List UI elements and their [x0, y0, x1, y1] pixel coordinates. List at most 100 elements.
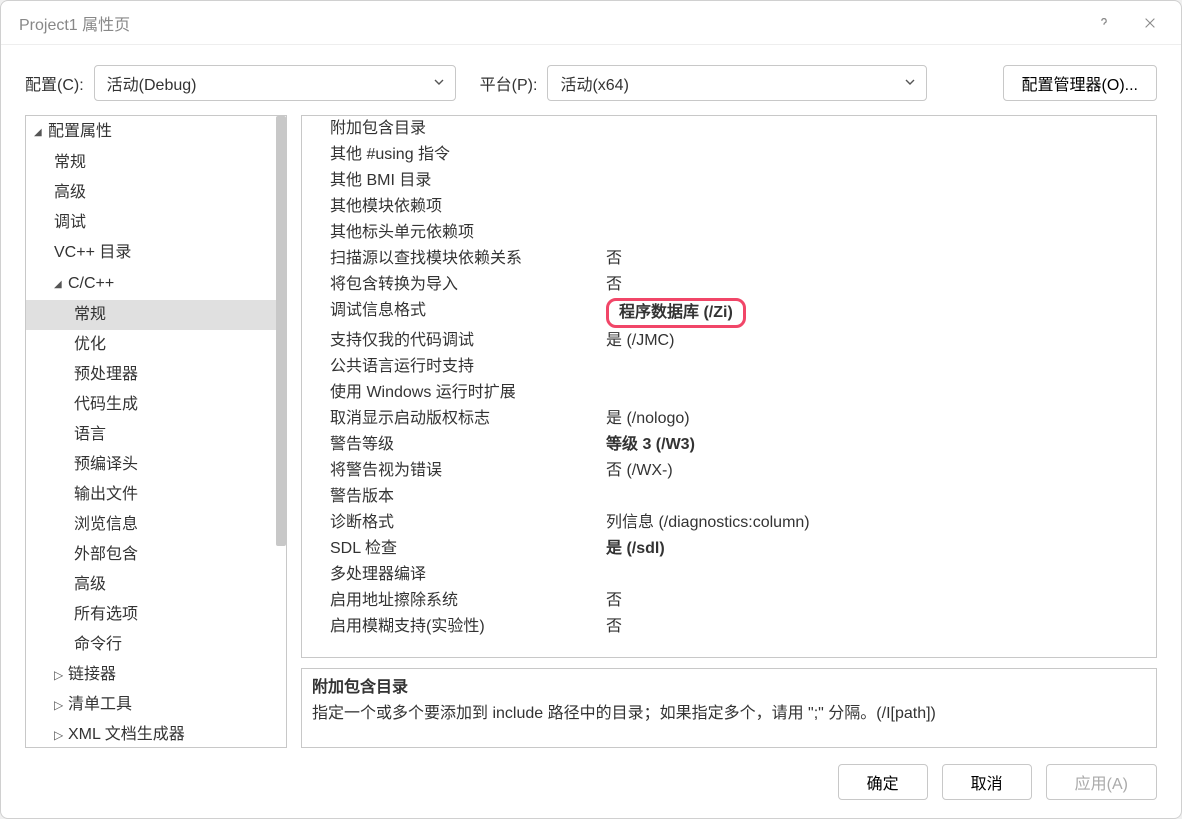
tree-cpp-item-10[interactable]: 所有选项 — [26, 600, 286, 630]
tree-item-label: 所有选项 — [74, 602, 138, 628]
tree-cpp-item-0[interactable]: 常规 — [26, 300, 286, 330]
property-label: 将警告视为错误 — [302, 458, 602, 484]
property-row[interactable]: 诊断格式列信息 (/diagnostics:column) — [302, 510, 1156, 536]
tree-item-label: 优化 — [74, 332, 106, 358]
property-row[interactable]: 扫描源以查找模块依赖关系否 — [302, 246, 1156, 272]
property-value[interactable]: 否 — [602, 246, 1156, 272]
configuration-manager-button[interactable]: 配置管理器(O)... — [1003, 65, 1157, 101]
tree-item-0[interactable]: 常规 — [26, 148, 286, 178]
property-value[interactable]: 是 (/sdl) — [602, 536, 1156, 562]
property-label: 扫描源以查找模块依赖关系 — [302, 246, 602, 272]
tree-cpp-item-7[interactable]: 浏览信息 — [26, 510, 286, 540]
configuration-dropdown[interactable]: 活动(Debug) — [94, 65, 456, 101]
property-label: 其他模块依赖项 — [302, 194, 602, 220]
property-row[interactable]: 将包含转换为导入否 — [302, 272, 1156, 298]
property-label: 使用 Windows 运行时扩展 — [302, 380, 602, 406]
tree-item-1[interactable]: 高级 — [26, 178, 286, 208]
tree-item-label: 链接器 — [68, 662, 116, 688]
property-row[interactable]: 附加包含目录 — [302, 116, 1156, 142]
property-row[interactable]: 其他 BMI 目录 — [302, 168, 1156, 194]
property-value[interactable]: 等级 3 (/W3) — [602, 432, 1156, 458]
tree-root-config-props[interactable]: 配置属性 — [26, 116, 286, 148]
tree-item-cpp[interactable]: C/C++ — [26, 268, 286, 300]
tree-cpp-item-6[interactable]: 输出文件 — [26, 480, 286, 510]
property-value[interactable]: 程序数据库 (/Zi) — [602, 298, 1156, 328]
tree-item-label: 代码生成 — [74, 392, 138, 418]
property-row[interactable]: 使用 Windows 运行时扩展 — [302, 380, 1156, 406]
highlighted-value: 程序数据库 (/Zi) — [606, 298, 746, 328]
tree-cpp-item-3[interactable]: 代码生成 — [26, 390, 286, 420]
property-value[interactable] — [602, 354, 1156, 380]
property-value[interactable]: 否 — [602, 272, 1156, 298]
property-row[interactable]: SDL 检查是 (/sdl) — [302, 536, 1156, 562]
apply-button[interactable]: 应用(A) — [1046, 764, 1157, 800]
tree-cpp-item-5[interactable]: 预编译头 — [26, 450, 286, 480]
property-value[interactable]: 是 (/nologo) — [602, 406, 1156, 432]
property-value[interactable] — [602, 194, 1156, 220]
platform-value: 活动(x64) — [560, 71, 904, 95]
property-row[interactable]: 取消显示启动版权标志是 (/nologo) — [302, 406, 1156, 432]
property-value[interactable] — [602, 484, 1156, 510]
property-row[interactable]: 将警告视为错误否 (/WX-) — [302, 458, 1156, 484]
platform-dropdown[interactable]: 活动(x64) — [547, 65, 927, 101]
description-title: 附加包含目录 — [312, 675, 1146, 701]
property-label: SDL 检查 — [302, 536, 602, 562]
property-row[interactable]: 启用地址擦除系统否 — [302, 588, 1156, 614]
property-value[interactable]: 否 — [602, 614, 1156, 640]
property-row[interactable]: 其他标头单元依赖项 — [302, 220, 1156, 246]
tree-item-label: 预处理器 — [74, 362, 138, 388]
main-area: 配置属性常规高级调试VC++ 目录C/C++常规优化预处理器代码生成语言预编译头… — [1, 115, 1181, 754]
tree-cpp-item-4[interactable]: 语言 — [26, 420, 286, 450]
right-panel: 附加包含目录其他 #using 指令其他 BMI 目录其他模块依赖项其他标头单元… — [301, 115, 1157, 748]
cancel-button[interactable]: 取消 — [942, 764, 1032, 800]
tree-item2-2[interactable]: XML 文档生成器 — [26, 720, 286, 748]
property-label: 其他 #using 指令 — [302, 142, 602, 168]
tree-item-2[interactable]: 调试 — [26, 208, 286, 238]
tree-cpp-item-1[interactable]: 优化 — [26, 330, 286, 360]
property-row[interactable]: 支持仅我的代码调试是 (/JMC) — [302, 328, 1156, 354]
tree-item-3[interactable]: VC++ 目录 — [26, 238, 286, 268]
property-value[interactable] — [602, 142, 1156, 168]
property-label: 其他标头单元依赖项 — [302, 220, 602, 246]
tree-item-label: 浏览信息 — [74, 512, 138, 538]
tree-scrollbar[interactable] — [276, 116, 286, 546]
property-row[interactable]: 其他 #using 指令 — [302, 142, 1156, 168]
help-button[interactable] — [1081, 3, 1127, 43]
property-row[interactable]: 启用模糊支持(实验性)否 — [302, 614, 1156, 640]
property-value[interactable]: 是 (/JMC) — [602, 328, 1156, 354]
property-value[interactable] — [602, 168, 1156, 194]
property-value[interactable]: 列信息 (/diagnostics:column) — [602, 510, 1156, 536]
property-grid: 附加包含目录其他 #using 指令其他 BMI 目录其他模块依赖项其他标头单元… — [301, 115, 1157, 658]
close-button[interactable] — [1127, 3, 1173, 43]
property-label: 启用地址擦除系统 — [302, 588, 602, 614]
property-row[interactable]: 警告版本 — [302, 484, 1156, 510]
property-row[interactable]: 其他模块依赖项 — [302, 194, 1156, 220]
tree-cpp-item-11[interactable]: 命令行 — [26, 630, 286, 660]
property-label: 诊断格式 — [302, 510, 602, 536]
property-label: 取消显示启动版权标志 — [302, 406, 602, 432]
property-row[interactable]: 警告等级等级 3 (/W3) — [302, 432, 1156, 458]
tree-cpp-item-9[interactable]: 高级 — [26, 570, 286, 600]
property-row[interactable]: 调试信息格式程序数据库 (/Zi) — [302, 298, 1156, 328]
tree-cpp-item-2[interactable]: 预处理器 — [26, 360, 286, 390]
tree-item-label: 调试 — [54, 210, 86, 236]
chevron-down-icon — [904, 75, 916, 92]
tree-cpp-item-8[interactable]: 外部包含 — [26, 540, 286, 570]
property-value[interactable] — [602, 220, 1156, 246]
property-value[interactable] — [602, 116, 1156, 142]
tree-item2-1[interactable]: 清单工具 — [26, 690, 286, 720]
tree-item2-0[interactable]: 链接器 — [26, 660, 286, 690]
tree-item-label: 外部包含 — [74, 542, 138, 568]
property-label: 警告版本 — [302, 484, 602, 510]
property-value[interactable]: 否 (/WX-) — [602, 458, 1156, 484]
property-label: 启用模糊支持(实验性) — [302, 614, 602, 640]
property-row[interactable]: 多处理器编译 — [302, 562, 1156, 588]
tree-panel: 配置属性常规高级调试VC++ 目录C/C++常规优化预处理器代码生成语言预编译头… — [25, 115, 287, 748]
property-value[interactable] — [602, 562, 1156, 588]
property-row[interactable]: 公共语言运行时支持 — [302, 354, 1156, 380]
ok-button[interactable]: 确定 — [838, 764, 928, 800]
configuration-label: 配置(C): — [25, 71, 84, 95]
property-value[interactable] — [602, 380, 1156, 406]
property-label: 附加包含目录 — [302, 116, 602, 142]
property-value[interactable]: 否 — [602, 588, 1156, 614]
